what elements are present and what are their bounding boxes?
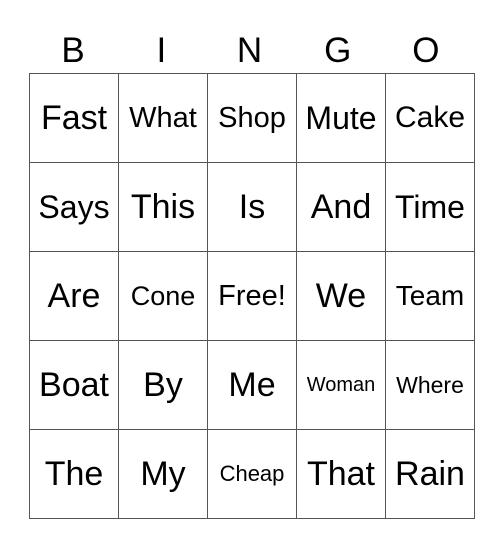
bingo-grid: Fast What Shop Mute Cake Says This Is And Time Are… (29, 73, 475, 519)
bingo-cell[interactable]: This (118, 162, 208, 252)
bingo-cell[interactable]: Are (29, 251, 119, 341)
bingo-cell[interactable]: Free! (207, 251, 297, 341)
bingo-cell[interactable]: And (296, 162, 386, 252)
bingo-cell[interactable]: Team (385, 251, 475, 341)
bingo-cell[interactable]: Time (385, 162, 475, 252)
bingo-header: B I N G O (29, 30, 470, 72)
bingo-cell[interactable]: Cake (385, 73, 475, 163)
bingo-cell[interactable]: What (118, 73, 208, 163)
header-letter-n: N (236, 31, 263, 70)
bingo-cell[interactable]: Rain (385, 429, 475, 519)
bingo-cell[interactable]: The (29, 429, 119, 519)
bingo-cell[interactable]: Cone (118, 251, 208, 341)
bingo-cell[interactable]: Me (207, 340, 297, 430)
header-letter-i: I (156, 31, 167, 70)
bingo-row: Are Cone Free! We Team (29, 251, 475, 341)
bingo-cell[interactable]: Cheap (207, 429, 297, 519)
header-letter-o: O (412, 31, 440, 70)
bingo-cell[interactable]: By (118, 340, 208, 430)
bingo-cell[interactable]: Fast (29, 73, 119, 163)
header-letter-g: G (324, 31, 352, 70)
header-letter-b: B (61, 31, 85, 70)
bingo-cell[interactable]: Boat (29, 340, 119, 430)
bingo-cell[interactable]: We (296, 251, 386, 341)
bingo-cell[interactable]: That (296, 429, 386, 519)
bingo-cell[interactable]: Says (29, 162, 119, 252)
bingo-cell[interactable]: Where (385, 340, 475, 430)
bingo-cell[interactable]: Mute (296, 73, 386, 163)
bingo-row: Says This Is And Time (29, 162, 475, 252)
bingo-row: Fast What Shop Mute Cake (29, 73, 475, 163)
bingo-cell[interactable]: Shop (207, 73, 297, 163)
bingo-row: Boat By Me Woman Where (29, 340, 475, 430)
bingo-row: The My Cheap That Rain (29, 429, 475, 519)
bingo-cell[interactable]: My (118, 429, 208, 519)
bingo-cell[interactable]: Woman (296, 340, 386, 430)
bingo-cell[interactable]: Is (207, 162, 297, 252)
